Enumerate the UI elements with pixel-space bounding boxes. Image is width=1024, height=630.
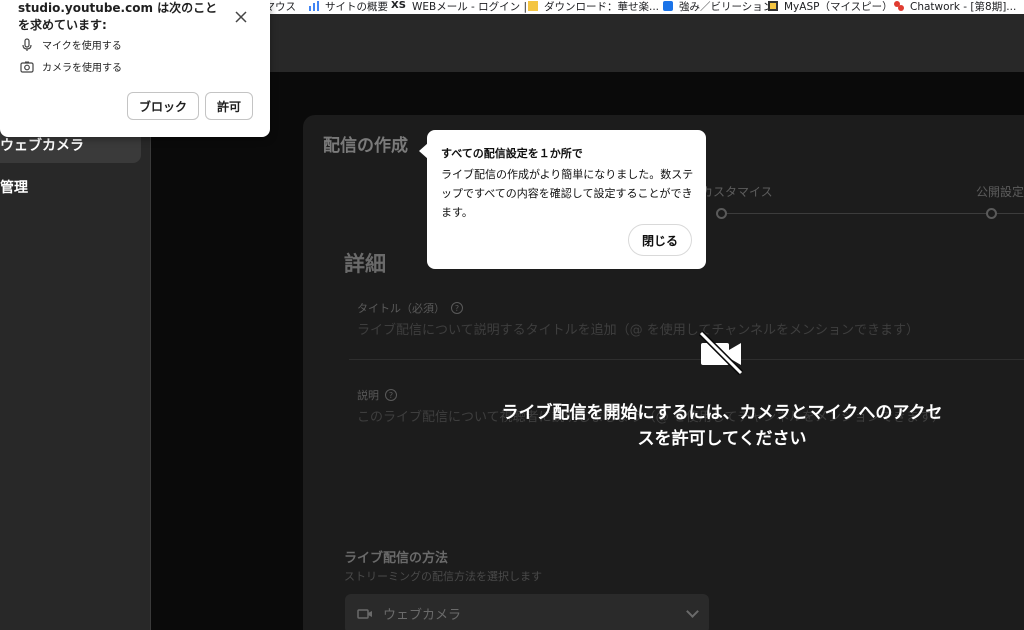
stream-method-subtitle: ストリーミングの配信方法を選択します bbox=[344, 570, 542, 583]
bookmark-item[interactable]: サイトの概要 bbox=[308, 0, 388, 14]
description-field-label: 説明 bbox=[357, 389, 379, 402]
tooltip-title: すべての配信設定を１か所で bbox=[441, 147, 583, 160]
step-label-customize: カスタマイス bbox=[701, 185, 773, 199]
permission-item-mic: マイクを使用する bbox=[20, 37, 122, 52]
bookmark-label: Chatwork - [第8期]... bbox=[910, 0, 1017, 13]
chart-icon bbox=[308, 0, 320, 12]
step-label-visibility: 公開設定 bbox=[976, 185, 1024, 199]
stream-method-value: ウェブカメラ bbox=[383, 608, 462, 623]
page-icon bbox=[527, 0, 539, 12]
camera-permission-message: ライブ配信を開始にするには、カメラとマイクへのアクセ スを許可してください bbox=[480, 400, 964, 452]
chatwork-icon bbox=[893, 0, 905, 12]
camera-message-line: スを許可してください bbox=[637, 429, 807, 449]
webcam-icon bbox=[357, 606, 373, 625]
step-dot[interactable] bbox=[716, 208, 727, 219]
permission-item-camera: カメラを使用する bbox=[20, 59, 122, 74]
bookmark-label: サイトの概要 bbox=[325, 0, 388, 13]
permission-title: studio.youtube.com は次のことを求めています: bbox=[18, 1, 218, 32]
tooltip-body: ライブ配信の作成がより簡単になりました。数ステップですべての内容を確認して設定す… bbox=[441, 168, 694, 219]
camera-icon bbox=[20, 60, 34, 74]
microphone-icon bbox=[20, 37, 34, 52]
page-icon bbox=[662, 0, 674, 12]
sidebar-item-manage[interactable]: 管理 bbox=[0, 169, 141, 205]
title-field-label: タイトル（必須） bbox=[357, 302, 445, 315]
bookmark-label: MyASP（マイスピー） bbox=[784, 0, 893, 13]
tooltip-close-button[interactable]: 閉じる bbox=[628, 224, 692, 256]
help-icon[interactable]: ? bbox=[385, 389, 397, 401]
feature-tooltip: すべての配信設定を１か所で ライブ配信の作成がより簡単になりました。数ステップで… bbox=[419, 130, 706, 269]
bookmark-item[interactable]: Chatwork - [第8期]... bbox=[893, 0, 1016, 14]
stepper-line bbox=[721, 213, 1024, 214]
page-icon bbox=[767, 0, 779, 12]
panel-title: 配信の作成 bbox=[323, 136, 408, 156]
bookmark-item[interactable]: MyASP（マイスピー） bbox=[767, 0, 893, 14]
close-icon[interactable] bbox=[233, 9, 249, 25]
details-heading: 詳細 bbox=[344, 252, 386, 276]
permission-item-label: カメラを使用する bbox=[42, 63, 122, 74]
sidebar-item-label: 管理 bbox=[0, 180, 28, 196]
camera-message-line: ライブ配信を開始にするには、カメラとマイクへのアクセ bbox=[501, 403, 943, 423]
permission-prompt: studio.youtube.com は次のことを求めています: マイクを使用す… bbox=[0, 0, 270, 137]
bookmark-label: 強み／ビリーション bbox=[679, 0, 774, 13]
bookmark-item[interactable]: 強み／ビリーション bbox=[662, 0, 773, 14]
permission-item-label: マイクを使用する bbox=[42, 41, 122, 52]
help-icon[interactable]: ? bbox=[451, 302, 463, 314]
sidebar-item-label: ウェブカメラ bbox=[0, 138, 84, 154]
title-field[interactable]: タイトル（必須） ? ライブ配信について説明するタイトルを追加（@ を使用してチ… bbox=[349, 290, 1024, 360]
allow-button[interactable]: 許可 bbox=[205, 92, 253, 120]
bookmark-item[interactable]: XS WEBメール - ログイン |... bbox=[391, 0, 537, 14]
sidebar: ウェブカメラ 管理 bbox=[0, 72, 151, 630]
title-field-placeholder: ライブ配信について説明するタイトルを追加（@ を使用してチャンネルをメンションで… bbox=[357, 323, 919, 338]
block-button[interactable]: ブロック bbox=[127, 92, 199, 120]
bookmark-item[interactable]: ダウンロード：華せ楽... bbox=[527, 0, 659, 14]
bookmark-label: ダウンロード：華せ楽... bbox=[544, 0, 660, 13]
step-dot[interactable] bbox=[986, 208, 997, 219]
camera-off-icon bbox=[697, 330, 745, 376]
bookmark-label: WEBメール - ログイン |... bbox=[412, 0, 538, 13]
stream-method-select[interactable]: ウェブカメラ bbox=[345, 594, 709, 630]
stream-method-heading: ライブ配信の方法 bbox=[344, 551, 449, 566]
chevron-down-icon bbox=[686, 605, 699, 618]
tooltip-arrow bbox=[419, 143, 428, 159]
xs-icon: XS bbox=[391, 0, 406, 11]
